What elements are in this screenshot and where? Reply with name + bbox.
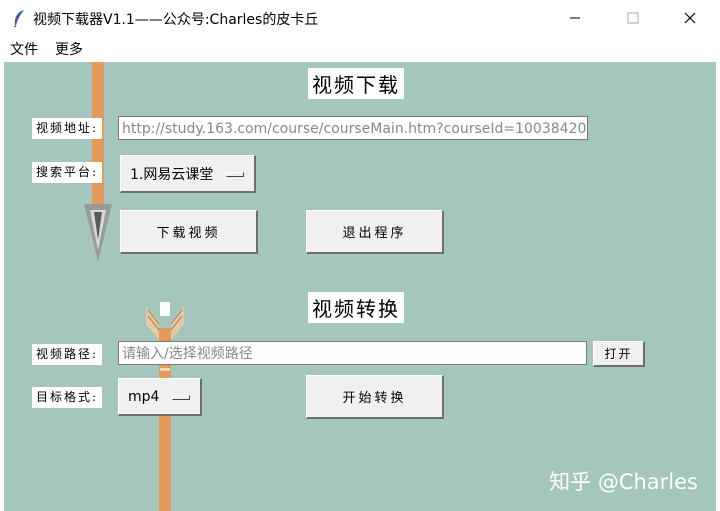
maximize-button[interactable] xyxy=(610,0,656,36)
format-select[interactable]: mp4 xyxy=(118,378,202,416)
menu-more[interactable]: 更多 xyxy=(55,39,83,59)
platform-label: 搜索平台: xyxy=(32,162,103,183)
menu-bar: 文件 更多 xyxy=(0,36,720,61)
watermark-text: 知乎 @Charles xyxy=(549,470,698,494)
dropdown-indicator-icon xyxy=(172,394,190,400)
url-label: 视频地址: xyxy=(32,118,103,139)
main-canvas: 视频下载 视频地址: http://study.163.com/course/c… xyxy=(4,62,716,511)
close-icon xyxy=(684,12,696,24)
format-label: 目标格式: xyxy=(32,387,103,408)
url-input[interactable]: http://study.163.com/course/courseMain.h… xyxy=(118,116,588,140)
feather-icon xyxy=(13,10,24,27)
video-path-placeholder: 请输入/选择视频路径 xyxy=(122,346,253,362)
close-button[interactable] xyxy=(667,0,713,36)
download-section-title: 视频下载 xyxy=(308,68,404,99)
platform-select-value: 1.网易云课堂 xyxy=(130,166,214,183)
open-file-button[interactable]: 打开 xyxy=(593,341,645,367)
path-label: 视频路径: xyxy=(32,344,103,365)
menu-file[interactable]: 文件 xyxy=(10,39,38,59)
minimize-button[interactable] xyxy=(552,0,598,36)
platform-select[interactable]: 1.网易云课堂 xyxy=(120,155,256,193)
title-bar: 视频下载器V1.1——公众号:Charles的皮卡丘 xyxy=(0,0,720,36)
exit-program-button[interactable]: 退出程序 xyxy=(306,210,444,254)
window-title: 视频下载器V1.1——公众号:Charles的皮卡丘 xyxy=(33,12,319,28)
dropdown-indicator-icon xyxy=(226,171,244,177)
minimize-icon xyxy=(570,17,580,19)
video-path-input[interactable]: 请输入/选择视频路径 xyxy=(118,341,587,365)
convert-section-title: 视频转换 xyxy=(308,292,404,323)
format-select-value: mp4 xyxy=(128,388,160,405)
start-convert-button[interactable]: 开始转换 xyxy=(306,375,444,419)
download-video-button[interactable]: 下载视频 xyxy=(120,210,258,254)
maximize-icon xyxy=(627,12,639,24)
